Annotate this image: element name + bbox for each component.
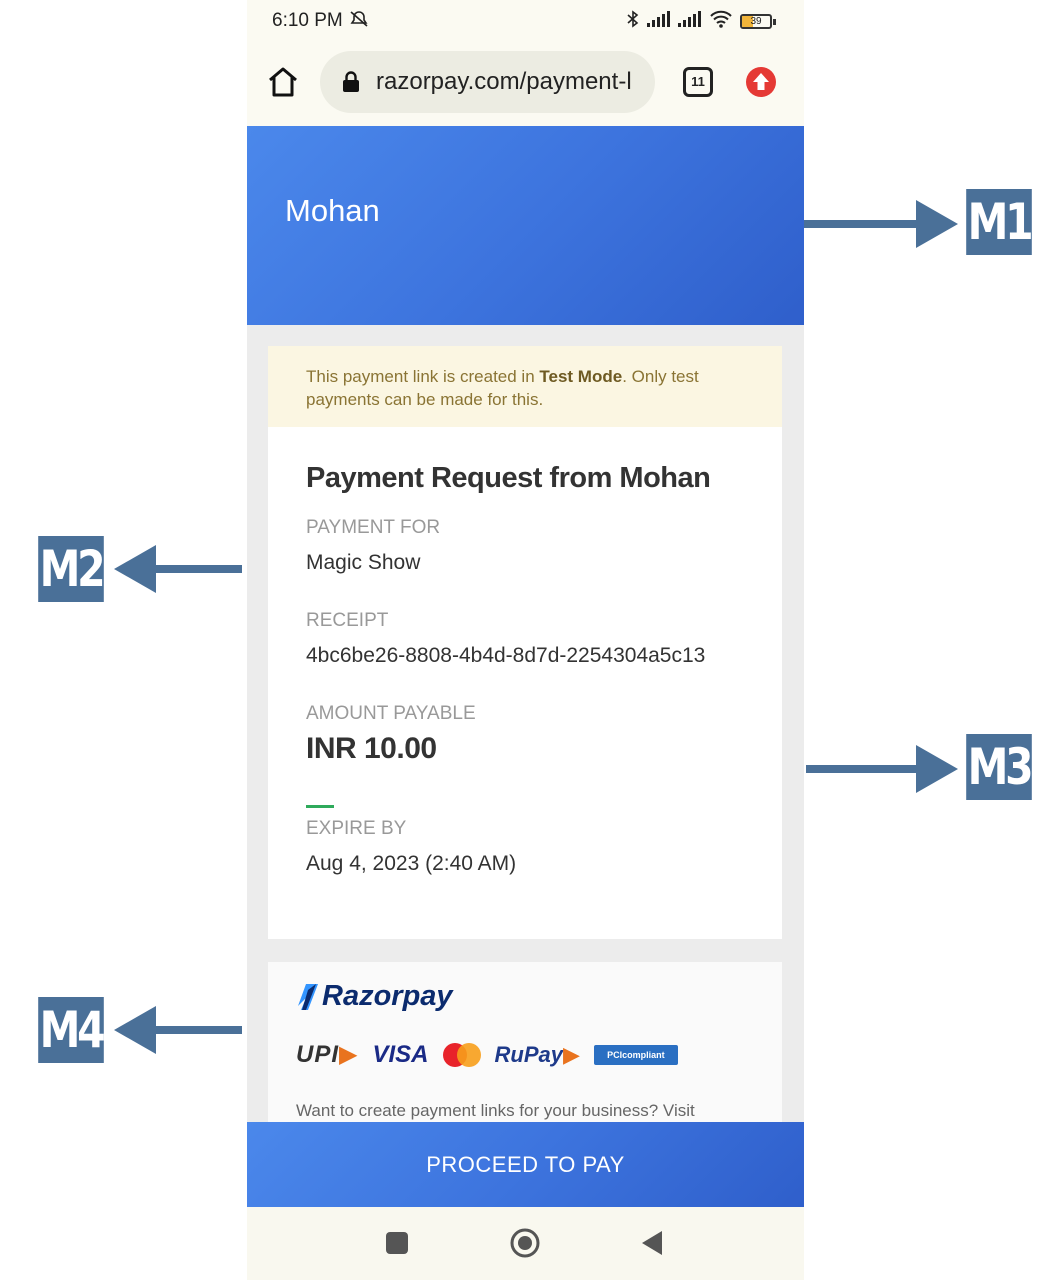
signal-icon-1 (647, 11, 671, 32)
home-button[interactable] (265, 64, 301, 100)
status-time-text: 6:10 PM (272, 10, 343, 31)
upi-arrow-icon: ▶ (339, 1041, 359, 1068)
marker-arrow-m2 (114, 545, 242, 593)
payment-details-card: This payment link is created in Test Mod… (268, 346, 782, 939)
mastercard-logo (442, 1042, 481, 1067)
accent-divider (306, 805, 334, 808)
signal-icon-2 (678, 11, 702, 32)
notice-text-bold: Test Mode (539, 367, 623, 386)
url-text: razorpay.com/payment-l (376, 68, 632, 95)
tab-switcher-button[interactable]: 11 (683, 67, 713, 97)
lock-icon (343, 71, 359, 92)
browser-toolbar: razorpay.com/payment-l 11 (247, 44, 804, 126)
battery-cap (773, 18, 776, 25)
pci-compliant-badge: PCIcompliant (593, 1044, 678, 1065)
razorpay-wordmark: Razorpay (322, 980, 453, 1012)
battery-text: 39 (750, 16, 762, 27)
razorpay-mark-icon (298, 983, 318, 1010)
status-icons: 39 (626, 10, 776, 33)
battery-level: 39 (740, 14, 772, 29)
tab-count: 11 (691, 74, 705, 89)
nav-home-button[interactable] (509, 1227, 541, 1259)
amount-payable-value: INR 10.00 (306, 732, 437, 765)
marker-m1: M1 (966, 189, 1034, 255)
marker-m2: M2 (38, 536, 106, 602)
test-mode-notice: This payment link is created in Test Mod… (268, 346, 782, 427)
marker-arrow-m3 (806, 745, 958, 793)
recents-button[interactable] (386, 1232, 408, 1254)
proceed-to-pay-button[interactable]: PROCEED TO PAY (247, 1122, 804, 1207)
upi-text: UPI (296, 1041, 340, 1068)
home-icon (269, 67, 297, 97)
expire-by-value: Aug 4, 2023 (2:40 AM) (306, 852, 517, 875)
payment-for-value: Magic Show (306, 551, 421, 574)
receipt-value: 4bc6be26-8808-4b4d-8d7d-2254304a5c13 (306, 644, 706, 667)
mute-icon (348, 10, 370, 31)
phone-screen: 6:10 PM 39 razorpay.com/payment-l 11 Moh… (247, 0, 804, 1280)
status-time: 6:10 PM (272, 10, 370, 32)
bluetooth-icon (626, 10, 640, 33)
visa-logo: VISA (372, 1040, 429, 1068)
back-button[interactable] (640, 1229, 664, 1257)
mastercard-orange-circle (456, 1042, 481, 1067)
rupay-arrow-icon: ▶ (562, 1041, 580, 1067)
receipt-label: RECEIPT (306, 610, 389, 631)
payment-for-label: PAYMENT FOR (306, 517, 441, 538)
back-triangle-icon (642, 1231, 662, 1255)
update-button[interactable] (745, 66, 777, 98)
battery-icon: 39 (740, 14, 776, 29)
marker-arrow-m4 (114, 1006, 242, 1054)
rupay-text: RuPay (494, 1041, 563, 1067)
amount-payable-label: AMOUNT PAYABLE (306, 703, 476, 724)
rupay-logo: RuPay▶ (495, 1042, 580, 1068)
payment-request-title: Payment Request from Mohan (306, 462, 711, 494)
razorpay-logo: Razorpay (296, 980, 453, 1013)
marker-arrow-m1 (804, 200, 958, 248)
expire-by-label: EXPIRE BY (306, 818, 407, 839)
upi-logo: UPI▶ (296, 1040, 358, 1069)
system-nav-bar (247, 1207, 804, 1280)
status-bar: 6:10 PM 39 (247, 0, 804, 44)
page-content: This payment link is created in Test Mod… (247, 325, 804, 1142)
url-bar[interactable]: razorpay.com/payment-l (320, 51, 655, 113)
payment-methods-row: UPI▶ VISA RuPay▶ PCIcompliant (296, 1040, 678, 1069)
circle-home-icon (510, 1228, 540, 1258)
razorpay-brand-card: Razorpay UPI▶ VISA RuPay▶ PCIcompliant W… (268, 962, 782, 1142)
promo-text[interactable]: Want to create payment links for your bu… (296, 1101, 695, 1121)
upload-arrow-icon (746, 67, 776, 97)
notice-text-prefix: This payment link is created in (306, 367, 540, 386)
merchant-name: Mohan (285, 193, 380, 228)
marker-m4: M4 (38, 997, 106, 1063)
merchant-header: Mohan (247, 126, 804, 325)
marker-m3: M3 (966, 734, 1034, 800)
wifi-icon (709, 10, 733, 33)
